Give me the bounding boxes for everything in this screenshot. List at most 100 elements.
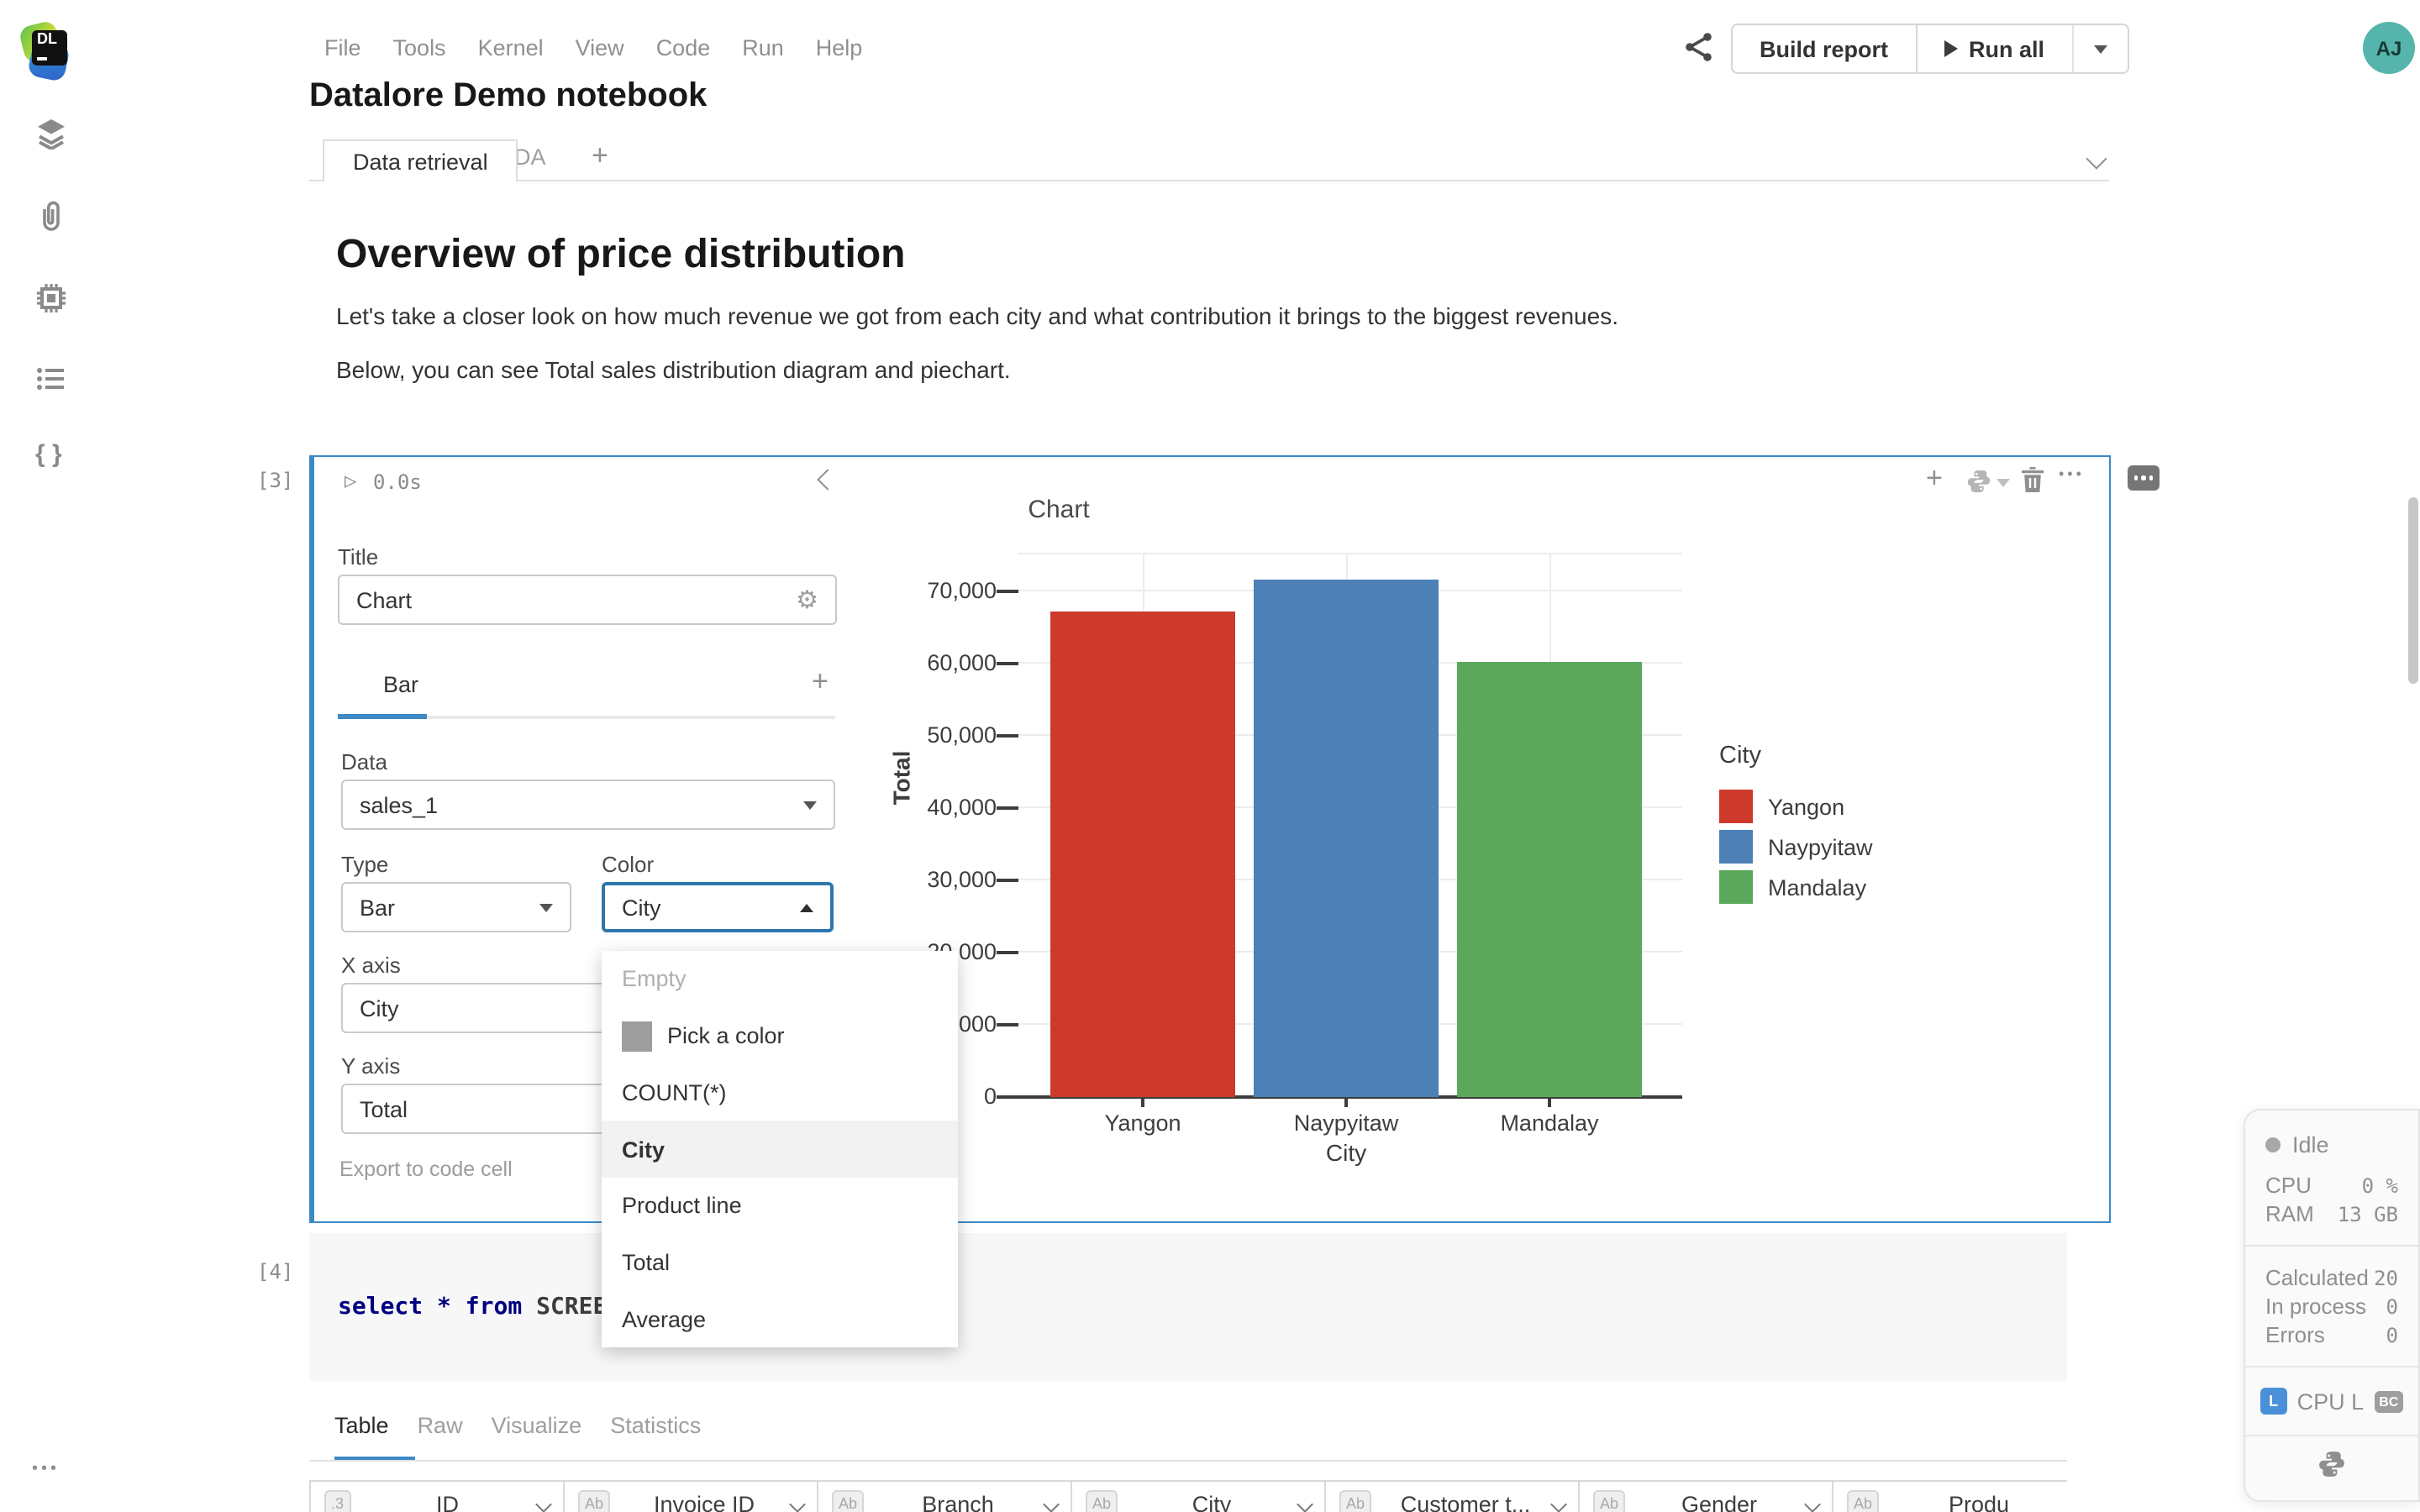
legend-swatch-blue bbox=[1719, 830, 1753, 864]
add-cell-icon[interactable]: + bbox=[1926, 462, 1943, 496]
add-series-button[interactable]: + bbox=[812, 665, 829, 699]
share-icon[interactable] bbox=[1684, 32, 1714, 71]
series-tab-active-underline bbox=[338, 714, 427, 719]
dropdown-option-empty[interactable]: Empty bbox=[602, 951, 958, 1007]
machine-type[interactable]: L CPU L BC bbox=[2245, 1368, 2418, 1436]
data-label: Data bbox=[341, 749, 387, 774]
chevron-down-icon[interactable] bbox=[1297, 1496, 1313, 1512]
column-header-city[interactable]: Ab City bbox=[1072, 1482, 1326, 1512]
chevron-down-icon[interactable] bbox=[1804, 1496, 1821, 1512]
x-tick-label: Naypyitaw bbox=[1293, 1110, 1399, 1136]
avatar[interactable]: AJ bbox=[2363, 22, 2415, 74]
legend-swatch-red bbox=[1719, 790, 1753, 823]
y-axis-title: Total bbox=[887, 750, 915, 806]
chevron-down-icon[interactable] bbox=[1550, 1496, 1567, 1512]
column-header-invoice-id[interactable]: Ab Invoice ID bbox=[565, 1482, 818, 1512]
dropdown-option-pick-a-color[interactable]: Pick a color bbox=[602, 1007, 958, 1063]
yaxis-label: Y axis bbox=[341, 1053, 401, 1079]
text-type-icon: Ab bbox=[1593, 1490, 1626, 1512]
column-header-product-line[interactable]: Ab Produ bbox=[1833, 1482, 2067, 1512]
datalore-logo[interactable]: DL bbox=[18, 19, 74, 83]
chevron-down-icon[interactable] bbox=[535, 1496, 552, 1512]
menu-view[interactable]: View bbox=[576, 35, 624, 60]
outline-icon[interactable] bbox=[35, 363, 67, 395]
menu-file[interactable]: File bbox=[324, 35, 361, 60]
cell-more-icon[interactable]: ••• bbox=[2059, 465, 2085, 482]
column-header-id[interactable]: .3 ID bbox=[311, 1482, 565, 1512]
column-header-gender[interactable]: Ab Gender bbox=[1580, 1482, 1833, 1512]
dropdown-option-average[interactable]: Average bbox=[602, 1291, 958, 1347]
text-type-icon: Ab bbox=[578, 1490, 611, 1512]
legend-swatch-green bbox=[1719, 870, 1753, 904]
chevron-down-icon bbox=[803, 801, 817, 809]
scrollbar-thumb[interactable] bbox=[2408, 497, 2418, 684]
chart-title: Chart bbox=[1028, 496, 1090, 524]
delete-cell-icon[interactable] bbox=[2022, 467, 2044, 501]
play-icon bbox=[1944, 40, 1957, 57]
calculated-count: Calculated 20 bbox=[2265, 1265, 2398, 1290]
add-tab-button[interactable]: + bbox=[592, 139, 608, 173]
gear-icon[interactable]: ⚙ bbox=[796, 585, 818, 615]
run-button-group: Build report Run all bbox=[1731, 24, 2129, 74]
text-type-icon: Ab bbox=[1339, 1490, 1372, 1512]
legend-item: Mandalay bbox=[1719, 867, 1873, 907]
tab-raw[interactable]: Raw bbox=[418, 1413, 463, 1438]
tab-data-retrieval[interactable]: Data retrieval bbox=[323, 139, 518, 181]
build-report-button[interactable]: Build report bbox=[1733, 25, 1915, 72]
tab-statistics[interactable]: Statistics bbox=[610, 1413, 701, 1438]
dropdown-option-city[interactable]: City bbox=[602, 1121, 958, 1178]
bar-yangon bbox=[1050, 612, 1235, 1097]
tabbar-chevron-down-icon[interactable] bbox=[2086, 148, 2107, 170]
type-select[interactable]: Bar bbox=[341, 882, 571, 932]
tab-visualize[interactable]: Visualize bbox=[492, 1413, 582, 1438]
data-select[interactable]: sales_1 bbox=[341, 780, 835, 830]
bar-chart-plot: 0 10,000 20,000 30,000 40,000 50,000 60,000 70,… bbox=[927, 538, 1682, 1136]
dropdown-option-total[interactable]: Total bbox=[602, 1234, 958, 1290]
run-all-button[interactable]: Run all bbox=[1915, 25, 2071, 72]
cpu-usage: CPU 0 % bbox=[2265, 1173, 2398, 1198]
y-tick-label: 60,000 bbox=[927, 649, 997, 675]
column-header-branch[interactable]: Ab Branch bbox=[818, 1482, 1072, 1512]
errors-count: Errors 0 bbox=[2265, 1322, 2398, 1347]
sidebar-more-icon[interactable]: ••• bbox=[32, 1460, 60, 1478]
menu-tools[interactable]: Tools bbox=[393, 35, 446, 60]
series-tab-bar[interactable]: Bar bbox=[383, 672, 418, 697]
run-options-button[interactable] bbox=[2071, 25, 2127, 72]
sql-code[interactable]: select * from SCREE bbox=[338, 1294, 607, 1320]
column-header-customer-type[interactable]: Ab Customer t... bbox=[1326, 1482, 1580, 1512]
attachments-icon[interactable] bbox=[35, 200, 67, 232]
page-title: Datalore Demo notebook bbox=[309, 77, 708, 114]
chevron-down-icon[interactable] bbox=[1043, 1496, 1060, 1512]
in-process-count: In process 0 bbox=[2265, 1294, 2398, 1319]
menu-code[interactable]: Code bbox=[656, 35, 711, 60]
color-swatch-icon bbox=[622, 1021, 652, 1052]
menu-help[interactable]: Help bbox=[816, 35, 863, 60]
export-to-code-cell-link[interactable]: Export to code cell bbox=[339, 1158, 513, 1181]
dropdown-option-count[interactable]: COUNT(*) bbox=[602, 1064, 958, 1121]
environment-icon[interactable] bbox=[35, 282, 67, 314]
menu-run[interactable]: Run bbox=[742, 35, 784, 60]
kernel-status-panel: Idle CPU 0 % RAM 13 GB Calculated 20 In … bbox=[2244, 1109, 2420, 1502]
result-tabs: Table Raw Visualize Statistics bbox=[334, 1413, 701, 1438]
bar-naypyitaw bbox=[1254, 580, 1439, 1097]
machine-size-badge: L bbox=[2260, 1388, 2287, 1415]
run-cell-icon[interactable]: ▷ bbox=[345, 469, 356, 492]
variables-icon[interactable]: { } bbox=[35, 440, 62, 469]
x-tick-label: Yangon bbox=[1104, 1110, 1181, 1136]
tab-table[interactable]: Table bbox=[334, 1413, 389, 1438]
menu-kernel[interactable]: Kernel bbox=[478, 35, 544, 60]
legend-item: Naypyitaw bbox=[1719, 827, 1873, 867]
tab-divider bbox=[309, 1460, 2067, 1462]
kernel-state: Idle bbox=[2265, 1127, 2398, 1161]
cell-kernel-python-icon[interactable] bbox=[1966, 469, 2010, 502]
text-type-icon: Ab bbox=[1847, 1490, 1880, 1512]
layers-icon[interactable] bbox=[35, 118, 67, 151]
chart-title-input[interactable]: Chart ⚙ bbox=[338, 575, 837, 625]
color-select[interactable]: City bbox=[602, 882, 834, 932]
dropdown-option-product-line[interactable]: Product line bbox=[602, 1178, 958, 1234]
comment-icon[interactable] bbox=[2128, 465, 2160, 491]
python-kernel-icon[interactable] bbox=[2245, 1436, 2418, 1478]
x-tick-label: Mandalay bbox=[1500, 1110, 1599, 1136]
tabbar-divider bbox=[309, 180, 2109, 181]
chevron-down-icon[interactable] bbox=[789, 1496, 806, 1512]
